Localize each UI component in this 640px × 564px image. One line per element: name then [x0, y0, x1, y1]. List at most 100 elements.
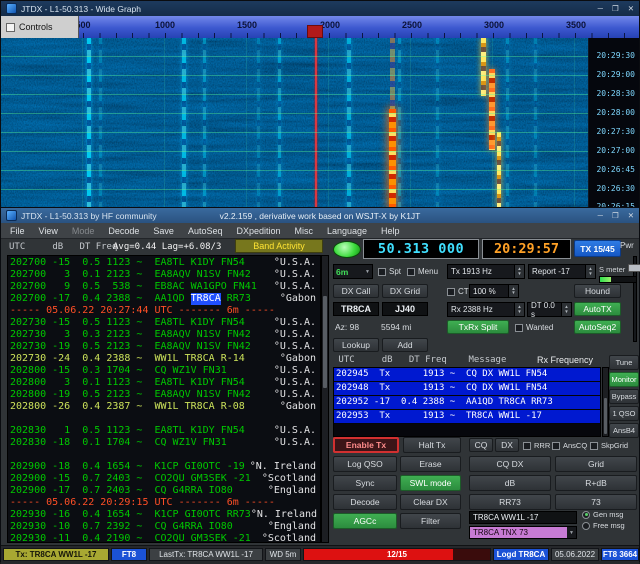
frequency-display[interactable]: 50.313 000: [363, 239, 479, 259]
menu-item[interactable]: Language: [320, 225, 374, 237]
close-icon[interactable]: ✕: [628, 4, 634, 13]
log-qso-button[interactable]: Log QSO: [333, 456, 397, 472]
msg-grid-button[interactable]: Grid: [555, 456, 637, 472]
decode-row[interactable]: 202830 1 0.5 1123 ~ EA8TL K1DY FN54 °U.S.…: [10, 425, 320, 437]
rrr-checkbox[interactable]: RRR: [523, 441, 550, 450]
scrollbar-thumb[interactable]: [604, 398, 607, 434]
spinner-arrows[interactable]: ▲ ▼: [508, 285, 518, 297]
decode-row[interactable]: 202800 -15 0.3 1704 ~ CQ WZ1V FN31 °U.S.A…: [10, 365, 320, 377]
decode-row[interactable]: 202900 -15 0.7 2403 ~ CO2QU GM3SEK -21 °S…: [10, 473, 320, 485]
free-msg-radio[interactable]: Free msg: [582, 521, 625, 530]
dx-grid-button[interactable]: DX Grid: [382, 284, 428, 298]
gen-msg-radio[interactable]: Gen msg: [582, 510, 623, 519]
decode-row[interactable]: 202730 -15 0.5 1123 ~ EA8TL K1DY FN54 °U.…: [10, 317, 320, 329]
cq-toggle[interactable]: CQ: [469, 438, 493, 452]
swl-mode-button[interactable]: SWL mode: [400, 475, 461, 491]
erase-button[interactable]: Erase: [400, 456, 461, 472]
maximize-icon[interactable]: ❐: [612, 211, 619, 220]
skpgrid-checkbox[interactable]: SkpGrid: [590, 441, 628, 450]
fil​ter-button[interactable]: Filter: [400, 513, 461, 529]
hound-button[interactable]: Hound: [574, 284, 621, 298]
decode-row[interactable]: 202730 -19 0.5 2123 ~ EA8AQV N1SV FN42 °U…: [10, 341, 320, 353]
menu-item[interactable]: AutoSeq: [181, 225, 230, 237]
close-icon[interactable]: ✕: [628, 211, 634, 220]
menu-item[interactable]: DXpedition: [229, 225, 287, 237]
menu-item[interactable]: Decode: [101, 225, 146, 237]
rx-frequency-list[interactable]: 202945 Tx 1913 ~ CQ DX WW1L FN54 202948 T…: [333, 367, 601, 437]
anscq-checkbox[interactable]: AnsCQ: [552, 441, 587, 450]
controls-checkbox-icon[interactable]: [6, 22, 15, 32]
spin-down-icon[interactable]: ▼: [588, 271, 592, 277]
wide-graph-titlebar[interactable]: JTDX - L1-50.313 - Wide Graph ─ ❐ ✕: [1, 1, 639, 16]
one-qso-button[interactable]: 1 QSO: [609, 406, 639, 421]
pwr-slider[interactable]: [628, 256, 640, 342]
rx-frequency-row[interactable]: 202952 -17 0.4 2388 ~ AA1QD TR8CA RR73: [334, 396, 600, 410]
decode-row[interactable]: ----- 05.06.22 20:29:15 UTC ------- 6m -…: [10, 497, 320, 509]
decode-row[interactable]: 202700 -15 0.5 1123 ~ EA8TL K1DY FN54 °U.…: [10, 257, 320, 269]
scrollbar-thumb[interactable]: [323, 296, 327, 388]
autotx-button[interactable]: AutoTX: [574, 302, 621, 316]
gen-msg-input[interactable]: TR8CA WW1L -17: [469, 511, 577, 524]
agcc-button[interactable]: AGCc: [333, 513, 397, 529]
main-titlebar[interactable]: JTDX - L1-50.313 by HF community v2.2.15…: [1, 208, 639, 223]
decode-row[interactable]: ----- 05.06.22 20:27:44 UTC ------- 6m -…: [10, 305, 320, 317]
spinner-arrows[interactable]: ▲ ▼: [561, 303, 571, 316]
ansb4-button[interactable]: AnsB4: [609, 423, 639, 438]
dx-grid-input[interactable]: JJ40: [382, 302, 428, 316]
sync-button[interactable]: Sync: [333, 475, 397, 491]
decode-row[interactable]: 202800 -26 0.4 2387 ~ WW1L TR8CA R-08 °Ga…: [10, 401, 320, 413]
rx-frequency-row[interactable]: 202948 Tx 1913 ~ CQ DX WW1L FN54: [334, 382, 600, 396]
decode-row[interactable]: 202800 -19 0.5 2123 ~ EA8AQV N1SV FN42 °U…: [10, 389, 320, 401]
minimize-icon[interactable]: ─: [598, 4, 603, 13]
pwr-slider-handle[interactable]: [628, 264, 640, 272]
band-select[interactable]: 6m ▼: [333, 264, 373, 279]
add-button[interactable]: Add: [382, 338, 428, 352]
decode-row[interactable]: 202730 -24 0.4 2388 ~ WW1L TR8CA R-14 °Ga…: [10, 353, 320, 365]
spin-down-icon[interactable]: ▼: [517, 271, 521, 277]
controls-toggle[interactable]: Controls: [1, 16, 79, 38]
menu-item[interactable]: Save: [146, 225, 181, 237]
autoseq2-button[interactable]: AutoSeq2: [574, 320, 621, 334]
dx-toggle[interactable]: DX: [495, 438, 519, 452]
menu-checkbox[interactable]: Menu: [407, 267, 438, 276]
msg-73-button[interactable]: 73: [555, 494, 637, 510]
decode-row[interactable]: 202830 -18 0.1 1704 ~ CQ WZ1V FN31 °U.S.A…: [10, 437, 320, 449]
spin-down-icon[interactable]: ▼: [517, 309, 521, 315]
spin-down-icon[interactable]: ▼: [564, 309, 568, 315]
spinner-arrows[interactable]: ▲ ▼: [514, 303, 524, 316]
decode-row[interactable]: 202930 -10 0.7 2392 ~ CQ G4RRA IO80 °Engl…: [10, 521, 320, 533]
rx-frequency-row[interactable]: 202953 Tx 1913 ~ TR8CA WW1L -17: [334, 410, 600, 424]
maximize-icon[interactable]: ❐: [612, 4, 619, 13]
menu-item[interactable]: File: [3, 225, 32, 237]
menu-item[interactable]: Help: [374, 225, 407, 237]
dt-spinner[interactable]: DT 0.0 s ▲ ▼: [527, 301, 572, 319]
rx-frequency-row[interactable]: 202945 Tx 1913 ~ CQ DX WW1L FN54: [334, 368, 600, 382]
tx-freq-spinner[interactable]: Tx 1913 Hz ▲ ▼: [447, 264, 525, 279]
band-activity-list[interactable]: 202700 -15 0.5 1123 ~ EA8TL K1DY FN54 °U.…: [7, 255, 321, 543]
rx-freq-spinner[interactable]: Rx 2388 Hz ▲ ▼: [447, 302, 525, 317]
ct-percent-spinner[interactable]: 100 % ▲ ▼: [469, 284, 519, 298]
dx-call-button[interactable]: DX Call: [333, 284, 379, 298]
msg-cq-dx-button[interactable]: CQ DX: [469, 456, 551, 472]
enable-tx-button[interactable]: Enable Tx: [333, 437, 399, 453]
spt-checkbox[interactable]: Spt: [378, 267, 401, 276]
dx-call-input[interactable]: TR8CA: [333, 302, 379, 316]
decode-row[interactable]: [10, 449, 320, 461]
decode-row[interactable]: [10, 413, 320, 425]
menu-item[interactable]: View: [32, 225, 65, 237]
frequency-scale[interactable]: 500 1000 1500 2000 2500 3000 3500 Controls: [1, 16, 639, 38]
spin-down-icon[interactable]: ▼: [511, 290, 515, 296]
menu-item[interactable]: Mode: [65, 225, 102, 237]
wanted-checkbox[interactable]: Wanted: [515, 323, 553, 332]
decode-button[interactable]: Decode: [333, 494, 397, 510]
clear-dx-button[interactable]: Clear DX: [400, 494, 461, 510]
msg-rr73-button[interactable]: RR73: [469, 494, 551, 510]
msg-db-button[interactable]: dB: [469, 475, 551, 491]
menu-item[interactable]: Misc: [288, 225, 321, 237]
spinner-arrows[interactable]: ▲ ▼: [514, 265, 524, 278]
monitor-button[interactable]: Monitor: [609, 372, 639, 387]
spinner-arrows[interactable]: ▲ ▼: [585, 265, 595, 278]
decode-row[interactable]: 202700 -17 0.4 2388 ~ AA1QD TR8CA RR73 °G…: [10, 293, 320, 305]
rx-frequency-scrollbar[interactable]: [602, 367, 609, 437]
tx-cycle-button[interactable]: TX 15/45: [574, 240, 621, 257]
